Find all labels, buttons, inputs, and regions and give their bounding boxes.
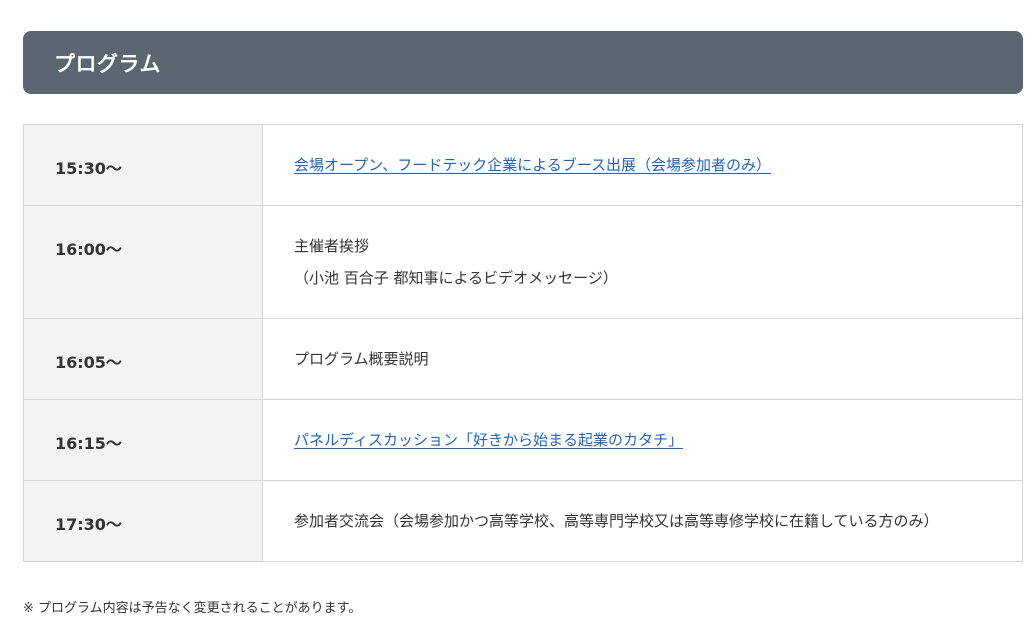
time-cell: 16:00～ bbox=[23, 205, 263, 319]
time-cell: 17:30～ bbox=[23, 480, 263, 562]
time-cell: 16:05～ bbox=[23, 318, 263, 400]
section-title: プログラム bbox=[54, 51, 161, 76]
description-cell: プログラム概要説明 bbox=[262, 318, 1023, 400]
time-cell: 15:30～ bbox=[23, 124, 263, 206]
description-cell: 会場オープン、フードテック企業によるブース出展（会場参加者のみ） bbox=[262, 124, 1023, 206]
table-row: 15:30～ 会場オープン、フードテック企業によるブース出展（会場参加者のみ） bbox=[23, 124, 1023, 206]
description-text: 参加者交流会（会場参加かつ高等学校、高等専門学校又は高等専修学校に在籍している方… bbox=[294, 512, 939, 530]
description-cell: 参加者交流会（会場参加かつ高等学校、高等専門学校又は高等専修学校に在籍している方… bbox=[262, 480, 1023, 562]
time-cell: 16:15～ bbox=[23, 399, 263, 481]
table-row: 16:05～ プログラム概要説明 bbox=[23, 318, 1023, 400]
description-cell: パネルディスカッション「好きから始まる起業のカタチ」 bbox=[262, 399, 1023, 481]
description-text: 主催者挨拶 bbox=[294, 237, 370, 255]
program-table: 15:30～ 会場オープン、フードテック企業によるブース出展（会場参加者のみ） … bbox=[23, 124, 1023, 562]
description-text: プログラム概要説明 bbox=[294, 350, 429, 368]
section-header: プログラム bbox=[23, 31, 1023, 94]
booth-exhibition-link[interactable]: 会場オープン、フードテック企業によるブース出展（会場参加者のみ） bbox=[294, 155, 1022, 176]
panel-discussion-link[interactable]: パネルディスカッション「好きから始まる起業のカタチ」 bbox=[294, 430, 1022, 451]
description-cell: 主催者挨拶 （小池 百合子 都知事によるビデオメッセージ） bbox=[262, 205, 1023, 319]
table-row: 16:15～ パネルディスカッション「好きから始まる起業のカタチ」 bbox=[23, 399, 1023, 481]
table-row: 16:00～ 主催者挨拶 （小池 百合子 都知事によるビデオメッセージ） bbox=[23, 205, 1023, 319]
footnote: ※ プログラム内容は予告なく変更されることがあります。 bbox=[23, 601, 362, 616]
table-row: 17:30～ 参加者交流会（会場参加かつ高等学校、高等専門学校又は高等専修学校に… bbox=[23, 480, 1023, 562]
description-subtext: （小池 百合子 都知事によるビデオメッセージ） bbox=[294, 269, 618, 287]
